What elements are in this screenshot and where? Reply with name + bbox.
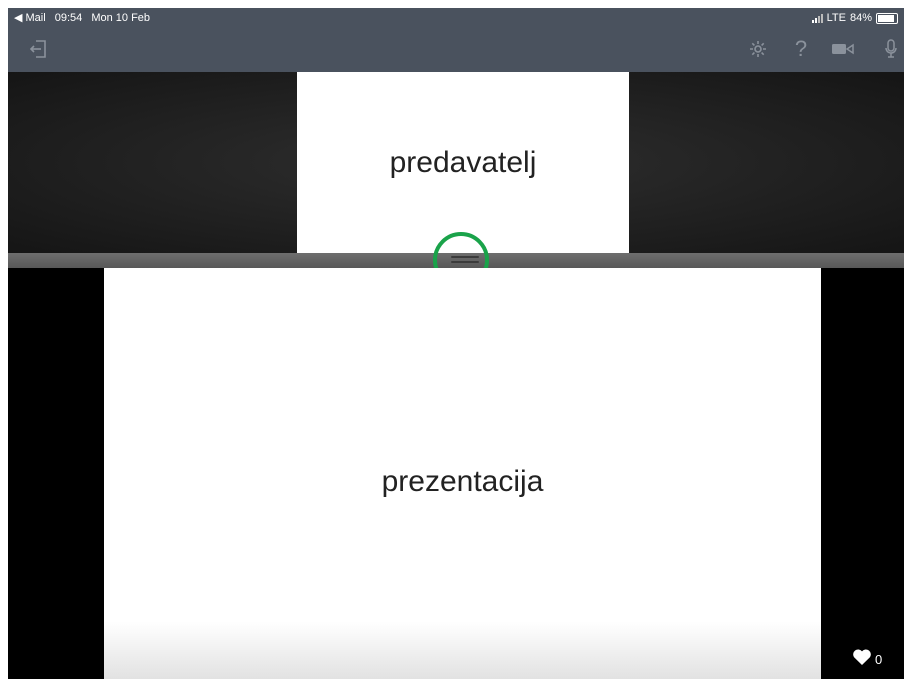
toolbar: ?: [8, 28, 904, 72]
status-right: LTE 84%: [811, 8, 898, 28]
gear-icon[interactable]: [745, 36, 771, 62]
exit-icon[interactable]: [26, 36, 52, 62]
presentation-panel: prezentacija 0: [8, 268, 904, 679]
video-camera-icon[interactable]: [830, 36, 856, 62]
presenter-panel: predavatelj: [8, 72, 904, 253]
status-date: Mon 10 Feb: [91, 12, 151, 24]
like-count: 0: [875, 652, 883, 667]
like-button[interactable]: 0: [852, 646, 882, 667]
presenter-video: predavatelj: [297, 72, 629, 253]
status-time: 09:54: [54, 12, 83, 24]
heart-icon: [853, 648, 871, 665]
battery-icon: [876, 12, 898, 24]
network-type: LTE: [826, 12, 846, 24]
presenter-label: predavatelj: [389, 145, 537, 179]
status-left: ◀ Mail 09:54 Mon 10 Feb: [14, 8, 156, 28]
signal-icon: [811, 13, 823, 23]
help-icon[interactable]: ?: [788, 36, 814, 62]
app-frame: ◀ Mail 09:54 Mon 10 Feb LTE 84% ? predav…: [8, 8, 904, 679]
back-to-mail-link[interactable]: ◀ Mail: [14, 12, 46, 24]
presentation-label: prezentacija: [381, 464, 544, 498]
presentation-slide: prezentacija: [104, 268, 821, 679]
microphone-icon[interactable]: [878, 36, 904, 62]
battery-percent: 84%: [849, 12, 872, 24]
status-bar: ◀ Mail 09:54 Mon 10 Feb LTE 84%: [8, 8, 904, 28]
